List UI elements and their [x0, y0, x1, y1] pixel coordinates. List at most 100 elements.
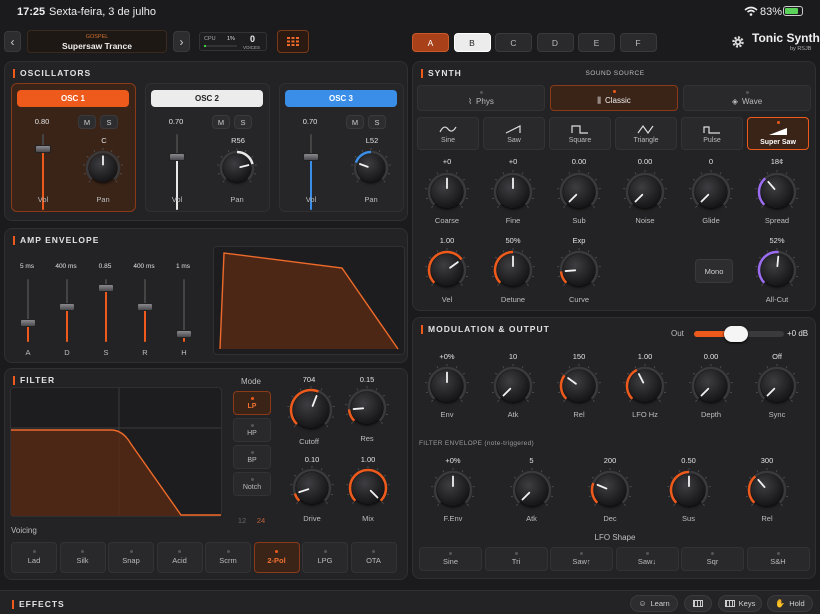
osc-1-mute-button[interactable]: M — [78, 115, 96, 129]
amp-r-slider[interactable] — [137, 303, 153, 312]
next-preset-button[interactable]: › — [173, 31, 190, 52]
fenv-dec-knob[interactable] — [588, 468, 632, 506]
osc-2-button[interactable]: OSC 2 — [151, 90, 263, 107]
fenv-atk-knob[interactable] — [509, 468, 554, 506]
learn-button[interactable]: ☺ Learn — [630, 595, 678, 612]
filter-res-knob[interactable] — [345, 386, 389, 424]
osc-2-pan-knob[interactable] — [217, 148, 257, 183]
bank-e-button[interactable]: E — [578, 33, 615, 52]
osc-3-vol-label: Vol — [305, 195, 317, 204]
bank-b-button[interactable]: B — [453, 33, 491, 52]
mod-rel-knob[interactable] — [557, 364, 601, 402]
lfo-shape-0-button[interactable]: Sine — [419, 547, 482, 571]
wave-square-button[interactable]: Square — [549, 117, 611, 150]
out-slider[interactable] — [694, 326, 784, 342]
mod-atk-knob[interactable] — [491, 364, 535, 402]
bank-c-button[interactable]: C — [495, 33, 532, 52]
filter-response-graph[interactable] — [10, 387, 222, 517]
mod-lfo-hz-knob[interactable] — [623, 364, 667, 402]
filter-mode-hp[interactable]: HP — [233, 418, 271, 442]
synth-detune-knob[interactable] — [491, 248, 535, 286]
wave-sine-button[interactable]: Sine — [417, 117, 479, 150]
bank-a-button[interactable]: A — [412, 33, 449, 52]
synth-sub-knob[interactable] — [557, 170, 601, 208]
phys-icon: ⌇ — [468, 96, 473, 106]
voicing-snap-button[interactable]: Snap — [108, 542, 154, 573]
filter-mix-knob[interactable] — [346, 466, 390, 504]
synth-fine-knob[interactable] — [491, 170, 535, 208]
lfo-shape-2-button[interactable]: Saw↑ — [550, 547, 613, 571]
amp-envelope-panel: AMP ENVELOPE 5 ms A 400 ms D 0.85 S 400 ms R 1 m… — [4, 228, 408, 363]
osc-2-solo-button[interactable]: S — [234, 115, 252, 129]
osc-3-button[interactable]: OSC 3 — [285, 90, 397, 107]
synth-vel-knob[interactable] — [425, 248, 469, 286]
filter-mode-lp[interactable]: LP — [233, 391, 271, 415]
wave-pulse-button[interactable]: Pulse — [681, 117, 743, 150]
voicing-2-pol-button[interactable]: 2-Pol — [253, 542, 300, 573]
filter-cutoff-knob[interactable] — [287, 386, 335, 428]
filter-mode-notch[interactable]: Notch — [233, 472, 271, 496]
filter-mode-bp[interactable]: BP — [233, 445, 271, 469]
voicing-scrm-button[interactable]: Scrm — [205, 542, 251, 573]
synth-all-cut-knob[interactable] — [755, 248, 799, 286]
source-wave-tab[interactable]: ◈ Wave — [683, 85, 811, 111]
prev-preset-button[interactable]: ‹ — [4, 31, 21, 52]
mod-depth-knob[interactable] — [689, 364, 733, 402]
amp-s-slider[interactable] — [98, 284, 114, 293]
osc-2-mute-button[interactable]: M — [212, 115, 230, 129]
lfo-shape-5-button[interactable]: S&H — [746, 547, 810, 571]
effects-title[interactable]: EFFECTS — [12, 600, 65, 609]
amp-a-slider[interactable] — [20, 319, 36, 328]
bank-f-button[interactable]: F — [619, 33, 657, 52]
preset-display[interactable]: GOSPEL Supersaw Trance — [27, 30, 167, 53]
osc-1-vol-slider[interactable] — [35, 145, 51, 154]
wave-super-saw-button[interactable]: Super Saw — [747, 117, 809, 150]
synth-coarse-knob[interactable] — [425, 170, 469, 208]
fenv-rel-knob[interactable] — [745, 468, 789, 506]
amp-h-slider[interactable] — [176, 330, 192, 339]
mod-env-knob[interactable] — [425, 364, 469, 402]
voicing-label: 2-Pol — [267, 556, 286, 565]
piano-view-button[interactable] — [684, 595, 712, 612]
fenv-sus-knob[interactable] — [666, 468, 711, 506]
osc-1-solo-button[interactable]: S — [100, 115, 118, 129]
lfo-shape-3-button[interactable]: Saw↓ — [615, 547, 679, 571]
lfo-shape-4-button[interactable]: Sqr — [681, 547, 744, 571]
osc-3-mute-button[interactable]: M — [346, 115, 364, 129]
osc-3-pan-knob[interactable] — [351, 148, 391, 183]
synth-noise-knob[interactable] — [623, 170, 667, 208]
keys-button[interactable]: Keys — [718, 595, 762, 612]
source-phys-tab[interactable]: ⌇ Phys — [417, 85, 545, 111]
osc-3-vol-slider[interactable] — [303, 152, 319, 161]
voicing-lpg-button[interactable]: LPG — [302, 542, 348, 573]
voicing-ota-button[interactable]: OTA — [350, 542, 397, 573]
osc-1-button[interactable]: OSC 1 — [17, 90, 129, 107]
lfo-shape-1-button[interactable]: Tri — [484, 547, 548, 571]
settings-button[interactable] — [729, 33, 747, 51]
amp-envelope-graph[interactable] — [213, 246, 405, 355]
voicing-acid-button[interactable]: Acid — [156, 542, 203, 573]
lfo-shape-label: S&H — [770, 557, 786, 566]
osc-2-vol-slider[interactable] — [169, 152, 185, 161]
voicing-silk-button[interactable]: Silk — [59, 542, 106, 573]
osc-1-pan-knob[interactable] — [83, 148, 123, 183]
mono-button[interactable]: Mono — [695, 259, 733, 283]
fenv-fenv-knob[interactable] — [431, 468, 475, 506]
grid-view-button[interactable] — [277, 30, 309, 53]
hold-button[interactable]: ✋ Hold — [767, 595, 813, 612]
slope-24[interactable]: 24 — [255, 516, 267, 525]
voicing-label: OTA — [366, 556, 381, 565]
synth-spread-knob[interactable] — [755, 170, 799, 208]
filter-drive-knob[interactable] — [290, 466, 334, 504]
slope-12[interactable]: 12 — [237, 516, 247, 525]
synth-glide-knob[interactable] — [689, 170, 733, 208]
voicing-lad-button[interactable]: Lad — [11, 542, 57, 573]
synth-curve-knob[interactable] — [557, 248, 601, 286]
wave-triangle-button[interactable]: Triangle — [615, 117, 677, 150]
amp-d-slider[interactable] — [59, 303, 75, 312]
wave-saw-button[interactable]: Saw — [483, 117, 545, 150]
bank-d-button[interactable]: D — [536, 33, 574, 52]
mod-sync-knob[interactable] — [755, 364, 799, 402]
source-classic-tab[interactable]: ⫼ Classic — [550, 85, 678, 111]
osc-3-solo-button[interactable]: S — [368, 115, 386, 129]
